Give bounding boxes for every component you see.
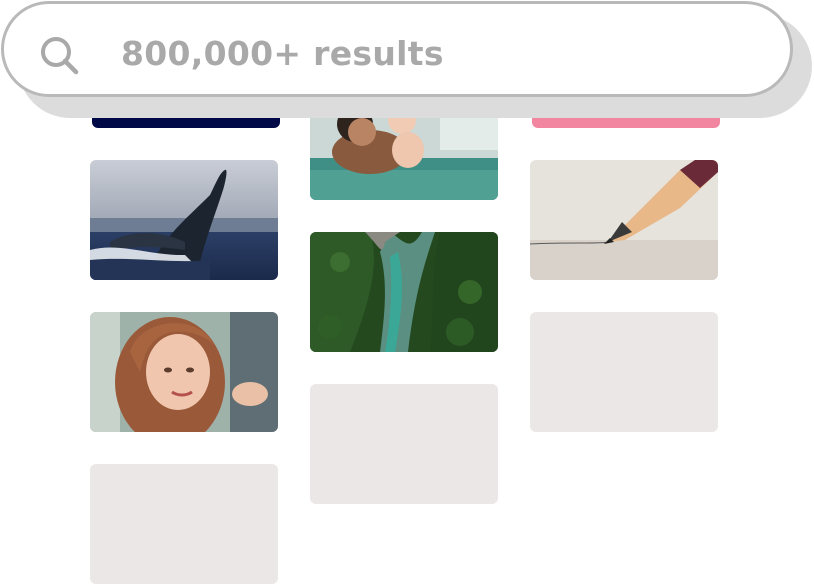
river-image xyxy=(310,232,498,352)
search-bar[interactable]: 800,000+ results xyxy=(1,1,793,97)
search-icon[interactable] xyxy=(38,34,80,76)
search-results-count: 800,000+ results xyxy=(121,34,444,73)
woman-image xyxy=(90,312,278,432)
tile-river-image[interactable] xyxy=(310,232,498,352)
tile-woman-image[interactable] xyxy=(90,312,278,432)
tile-whale-image[interactable] xyxy=(90,160,278,280)
pencil-image xyxy=(530,160,718,280)
tile-placeholder-3[interactable] xyxy=(530,312,718,432)
tile-placeholder-1[interactable] xyxy=(90,464,278,584)
tile-placeholder-2[interactable] xyxy=(310,384,498,504)
whale-image xyxy=(90,160,278,280)
tile-pencil-image[interactable] xyxy=(530,160,718,280)
